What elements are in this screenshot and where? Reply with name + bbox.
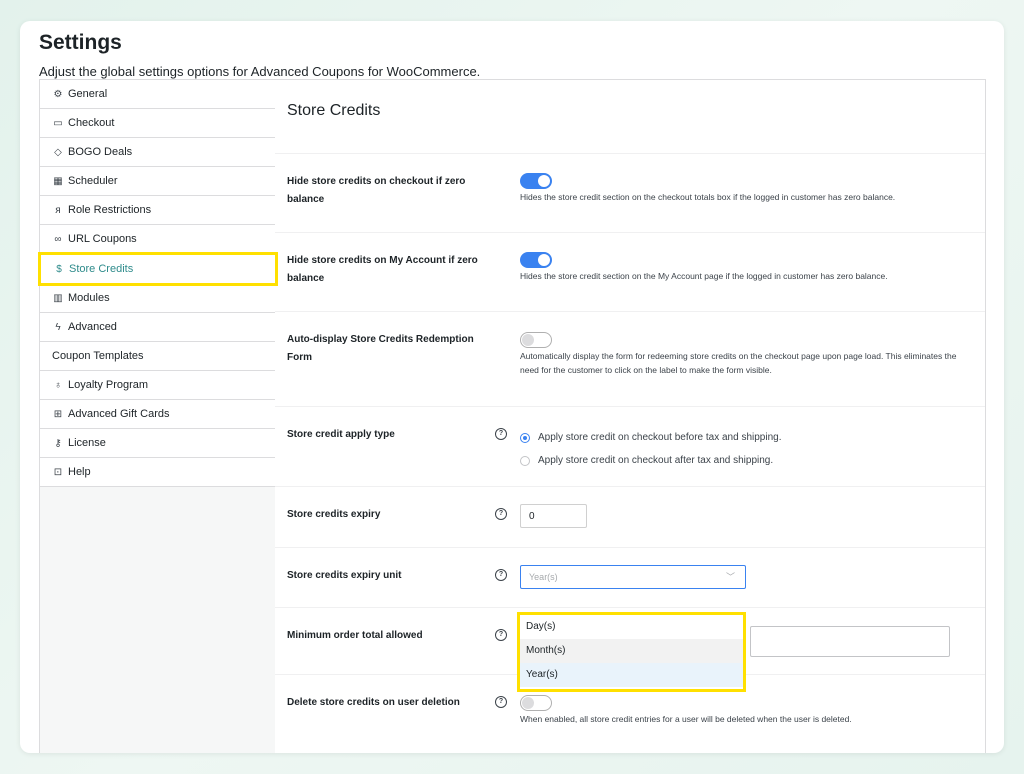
radio-button[interactable] [520,455,530,466]
toggle-knob [522,334,534,346]
sidebar-item-label: Advanced Gift Cards [68,408,170,420]
sidebar-item-bogo-deals[interactable]: ◇ BOGO Deals [40,138,276,167]
sidebar-item-general[interactable]: ⚙ General [40,80,276,109]
hide-my-account-label: Hide store credits on My Account if zero… [287,255,478,284]
user-icon: ᴙ [55,204,61,216]
sidebar-item-loyalty-program[interactable]: ♁ Loyalty Program [40,371,276,400]
hide-checkout-label: Hide store credits on checkout if zero b… [287,176,466,205]
card-icon: ▭ [53,117,63,129]
badge-icon: ♁ [54,379,62,391]
sidebar-item-advanced-gift-cards[interactable]: ⊞ Advanced Gift Cards [40,400,276,429]
sidebar-item-modules[interactable]: ▥ Modules [40,284,276,313]
divider [275,607,985,608]
auto-display-label: Auto-display Store Credits Redemption Fo… [287,334,474,363]
sidebar-item-help[interactable]: ⊡ Help [40,458,276,487]
sidebar-item-checkout[interactable]: ▭ Checkout [40,109,276,138]
tag-icon: ◇ [54,146,62,158]
dropdown-option-months[interactable]: Month(s) [520,639,743,663]
delete-on-user-deletion-description: When enabled, all store credit entries f… [520,714,852,724]
auto-display-description: Automatically display the form for redee… [520,351,957,375]
sidebar-item-label: Loyalty Program [68,379,149,391]
sidebar-item-label: Role Restrictions [68,204,152,216]
min-order-input[interactable] [750,626,950,657]
radio-label: Apply store credit on checkout before ta… [538,432,782,443]
radio-button[interactable] [520,432,530,443]
expiry-input[interactable] [520,504,587,528]
sidebar-item-label: Checkout [68,117,115,129]
divider [275,547,985,548]
sidebar-item-label: Advanced [68,321,117,333]
link-icon: ∞ [54,233,62,245]
apply-after-tax-option[interactable]: Apply store credit on checkout after tax… [520,455,773,466]
chevron-down-icon: ﹀ [725,572,735,582]
apply-before-tax-option[interactable]: Apply store credit on checkout before ta… [520,432,781,443]
settings-card: Settings Adjust the global settings opti… [20,21,1004,753]
help-icon[interactable]: ? [495,569,507,581]
sidebar-item-label: Store Credits [69,263,134,275]
dropdown-option-years[interactable]: Year(s) [520,663,743,687]
gift-icon: ⊞ [53,408,63,420]
dropdown-option-days[interactable]: Day(s) [520,615,743,639]
sidebar-item-url-coupons[interactable]: ∞ URL Coupons [40,225,276,254]
dollar-icon: $ [56,263,62,275]
delete-on-user-deletion-toggle[interactable] [520,695,552,711]
hide-my-account-description: Hides the store credit section on the My… [520,271,888,281]
divider [275,232,985,233]
apply-type-label: Store credit apply type [287,429,395,440]
sidebar-item-label: Help [68,466,91,478]
sidebar-item-label: BOGO Deals [68,146,133,158]
expiry-unit-dropdown: Day(s) Month(s) Year(s) [517,612,746,692]
help-icon[interactable]: ? [495,428,507,440]
modules-icon: ▥ [53,292,63,304]
sidebar-item-label: License [68,437,106,449]
section-title: Store Credits [287,102,381,119]
help-icon[interactable]: ? [495,508,507,520]
hide-my-account-toggle[interactable] [520,252,552,268]
sidebar-item-coupon-templates[interactable]: Coupon Templates [40,342,276,371]
help-box-icon: ⊡ [53,466,63,478]
toggle-knob [538,254,550,266]
sidebar-item-label: URL Coupons [68,233,137,245]
sidebar-item-label: Scheduler [68,175,118,187]
radio-label: Apply store credit on checkout after tax… [538,455,774,466]
hide-checkout-description: Hides the store credit section on the ch… [520,192,896,202]
expiry-label: Store credits expiry [287,509,381,520]
help-icon[interactable]: ? [495,696,507,708]
bolt-icon: ϟ [55,321,61,333]
delete-on-user-deletion-label: Delete store credits on user deletion [287,697,460,708]
expiry-unit-select[interactable]: Year(s) ﹀ [520,565,746,589]
auto-display-toggle[interactable] [520,332,552,348]
page-description: Adjust the global settings options for A… [39,64,481,79]
divider [275,406,985,407]
sidebar-item-role-restrictions[interactable]: ᴙ Role Restrictions [40,196,276,225]
settings-main-panel: Store Credits Hide store credits on chec… [275,79,986,753]
sidebar-item-label: Coupon Templates [52,350,144,362]
select-value: Year(s) [529,572,558,582]
sidebar-item-store-credits[interactable]: $ Store Credits [38,252,278,286]
gear-icon: ⚙ [53,88,63,100]
key-icon: ⚷ [54,437,62,449]
help-icon[interactable]: ? [495,629,507,641]
divider [275,311,985,312]
min-order-label: Minimum order total allowed [287,630,423,641]
calendar-icon: ▦ [53,175,63,187]
settings-sidebar: ⚙ General ▭ Checkout ◇ BOGO Deals ▦ Sche… [38,79,278,753]
expiry-unit-label: Store credits expiry unit [287,570,402,581]
toggle-knob [522,697,534,709]
sidebar-item-scheduler[interactable]: ▦ Scheduler [40,167,276,196]
sidebar-item-advanced[interactable]: ϟ Advanced [40,313,276,342]
sidebar-item-label: General [68,88,108,100]
hide-checkout-toggle[interactable] [520,173,552,189]
page-title: Settings [39,31,122,54]
divider [275,486,985,487]
divider [275,153,985,154]
sidebar-item-label: Modules [68,292,110,304]
sidebar-item-license[interactable]: ⚷ License [40,429,276,458]
toggle-knob [538,175,550,187]
